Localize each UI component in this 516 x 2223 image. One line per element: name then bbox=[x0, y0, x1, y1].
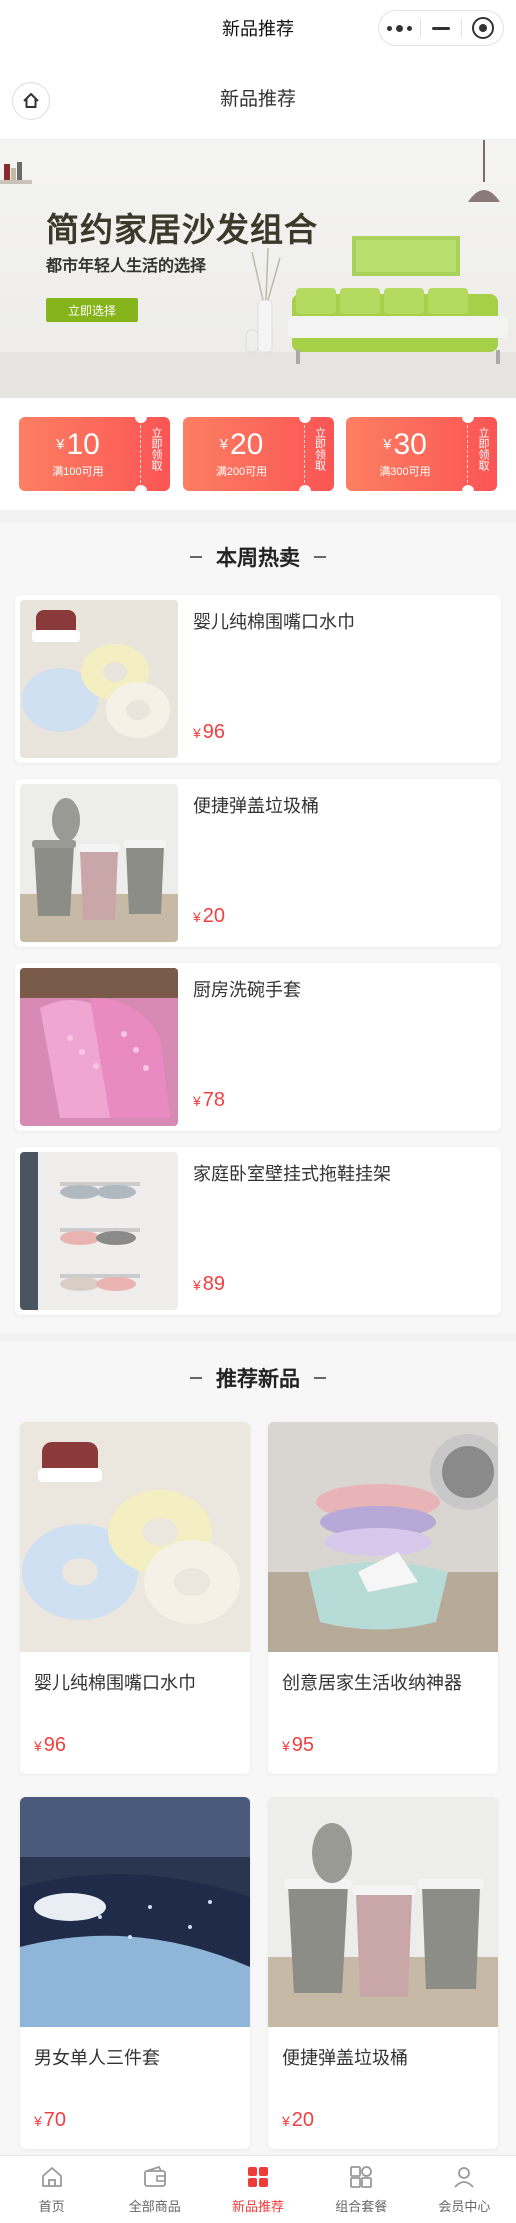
tab-label: 首页 bbox=[38, 2199, 65, 2214]
banner-select-button[interactable]: 立即选择 bbox=[46, 298, 138, 322]
product-card[interactable]: 创意居家生活收纳神器 ¥95 bbox=[268, 1422, 498, 1774]
hot-item[interactable]: 便捷弹盖垃圾桶 ¥20 bbox=[15, 779, 501, 947]
home-icon bbox=[41, 2167, 62, 2187]
product-price: ¥95 bbox=[282, 1734, 315, 1756]
product-card[interactable]: 男女单人三件套 ¥70 bbox=[20, 1797, 250, 2149]
product-name: 创意居家生活收纳神器 bbox=[282, 1673, 462, 1693]
tab-label: 会员中心 bbox=[438, 2199, 491, 2214]
bibs-image bbox=[20, 600, 178, 758]
product-name: 婴儿纯棉围嘴口水巾 bbox=[193, 612, 355, 632]
product-name: 婴儿纯棉围嘴口水巾 bbox=[34, 1673, 196, 1693]
coupon-condition: 满300可用 bbox=[379, 466, 431, 478]
coupon-claim-label[interactable]: 立即领取 bbox=[148, 427, 162, 471]
hot-item[interactable]: 厨房洗碗手套 ¥78 bbox=[15, 963, 501, 1131]
trash-bins-image bbox=[20, 784, 178, 942]
coupon-card[interactable]: ¥30 满300可用 立即领取 bbox=[346, 411, 497, 497]
home-button[interactable] bbox=[12, 82, 50, 120]
more-button[interactable] bbox=[379, 11, 420, 45]
grid-icon bbox=[248, 2167, 268, 2187]
coupon-condition: 满200可用 bbox=[215, 466, 268, 478]
hot-section-header: 本周热卖 bbox=[0, 522, 516, 592]
product-price: ¥20 bbox=[282, 2109, 315, 2131]
app-title: 新品推荐 bbox=[222, 19, 294, 39]
tab-combo[interactable]: 组合套餐 bbox=[310, 2156, 413, 2223]
coupon-claim-label[interactable]: 立即领取 bbox=[475, 427, 489, 471]
more-dots-icon bbox=[386, 24, 412, 32]
product-price: ¥89 bbox=[193, 1273, 226, 1295]
close-button[interactable] bbox=[462, 11, 503, 45]
coupon-amount: ¥10 bbox=[56, 428, 100, 461]
page-title: 新品推荐 bbox=[219, 89, 296, 110]
coupon-condition: 满100可用 bbox=[52, 466, 104, 478]
recommend-section-header: 推荐新品 bbox=[0, 1342, 516, 1414]
recommend-section: 推荐新品 婴儿纯棉围嘴口水巾 ¥96 创意居家生活收纳神器 ¥ 95 男女单人三… bbox=[0, 1342, 516, 2155]
banner-subtitle: 都市年轻人生活的选择 bbox=[46, 258, 207, 275]
home-outline-icon bbox=[23, 93, 39, 108]
coupon-amount: ¥20 bbox=[219, 428, 264, 461]
product-price: ¥70 bbox=[34, 2109, 67, 2131]
tab-label: 新品推荐 bbox=[232, 2199, 285, 2214]
bibs-image bbox=[20, 1422, 250, 1652]
tab-new-products[interactable]: 新品推荐 bbox=[206, 2156, 309, 2223]
user-icon bbox=[454, 2167, 475, 2188]
trash-bins-image bbox=[268, 1797, 498, 2027]
target-close-icon bbox=[471, 17, 494, 39]
bottom-tabbar: 首页 全部商品 新品推荐 组合套餐 会员中心 bbox=[0, 2155, 516, 2223]
minimize-icon bbox=[432, 26, 450, 30]
product-price: ¥96 bbox=[34, 1734, 67, 1756]
minimize-button[interactable] bbox=[421, 11, 462, 45]
product-card[interactable]: 便捷弹盖垃圾桶 ¥20 bbox=[268, 1797, 498, 2149]
capsule-menu bbox=[378, 10, 504, 46]
page-navbar: 新品推荐 bbox=[0, 56, 516, 140]
coupon-claim-label[interactable]: 立即领取 bbox=[312, 427, 326, 471]
product-name: 厨房洗碗手套 bbox=[193, 980, 301, 1000]
product-price: ¥20 bbox=[193, 905, 226, 927]
product-price: ¥96 bbox=[193, 721, 226, 743]
product-name: 便捷弹盖垃圾桶 bbox=[193, 796, 319, 816]
tab-label: 全部商品 bbox=[128, 2199, 181, 2214]
wallet-icon bbox=[143, 2165, 166, 2187]
tab-label: 组合套餐 bbox=[335, 2199, 388, 2214]
product-card[interactable]: 婴儿纯棉围嘴口水巾 ¥96 bbox=[20, 1422, 250, 1774]
coupon-card[interactable]: ¥10 满100可用 立即领取 bbox=[19, 411, 170, 497]
coupon-card[interactable]: ¥20 满200可用 立即领取 bbox=[182, 411, 334, 497]
tab-member[interactable]: 会员中心 bbox=[413, 2156, 516, 2223]
product-price: ¥78 bbox=[193, 1089, 226, 1111]
coupon-strip: ¥10 满100可用 立即领取 ¥20 满200可用 立即领取 ¥30 满300… bbox=[0, 398, 516, 510]
recommend-section-title: 推荐新品 bbox=[216, 1368, 300, 1391]
product-name: 便捷弹盖垃圾桶 bbox=[282, 2048, 408, 2068]
bedding-image bbox=[20, 1797, 250, 2027]
hot-item[interactable]: 婴儿纯棉围嘴口水巾 ¥96 bbox=[15, 595, 501, 763]
combo-icon bbox=[350, 2166, 373, 2188]
banner-title: 简约家居沙发组合 bbox=[46, 211, 318, 248]
tab-home[interactable]: 首页 bbox=[0, 2156, 103, 2223]
tab-all-products[interactable]: 全部商品 bbox=[103, 2156, 206, 2223]
hot-section: 本周热卖 婴儿纯棉围嘴口水巾 ¥96 便捷弹盖垃圾桶 ¥ 20 厨房洗碗手套 ¥… bbox=[0, 522, 516, 1334]
promo-banner[interactable]: 简约家居沙发组合 都市年轻人生活的选择 立即选择 bbox=[0, 140, 516, 398]
folding-basins-image bbox=[268, 1422, 498, 1652]
app-title-bar: 新品推荐 bbox=[0, 0, 516, 56]
product-name: 男女单人三件套 bbox=[34, 2048, 160, 2068]
slipper-rack-image bbox=[20, 1152, 178, 1310]
pink-gloves-image bbox=[20, 968, 178, 1126]
product-name: 家庭卧室壁挂式拖鞋挂架 bbox=[193, 1164, 391, 1184]
hot-section-title: 本周热卖 bbox=[216, 547, 300, 570]
coupon-amount: ¥30 bbox=[383, 428, 427, 461]
hot-item[interactable]: 家庭卧室壁挂式拖鞋挂架 ¥89 bbox=[15, 1147, 501, 1315]
